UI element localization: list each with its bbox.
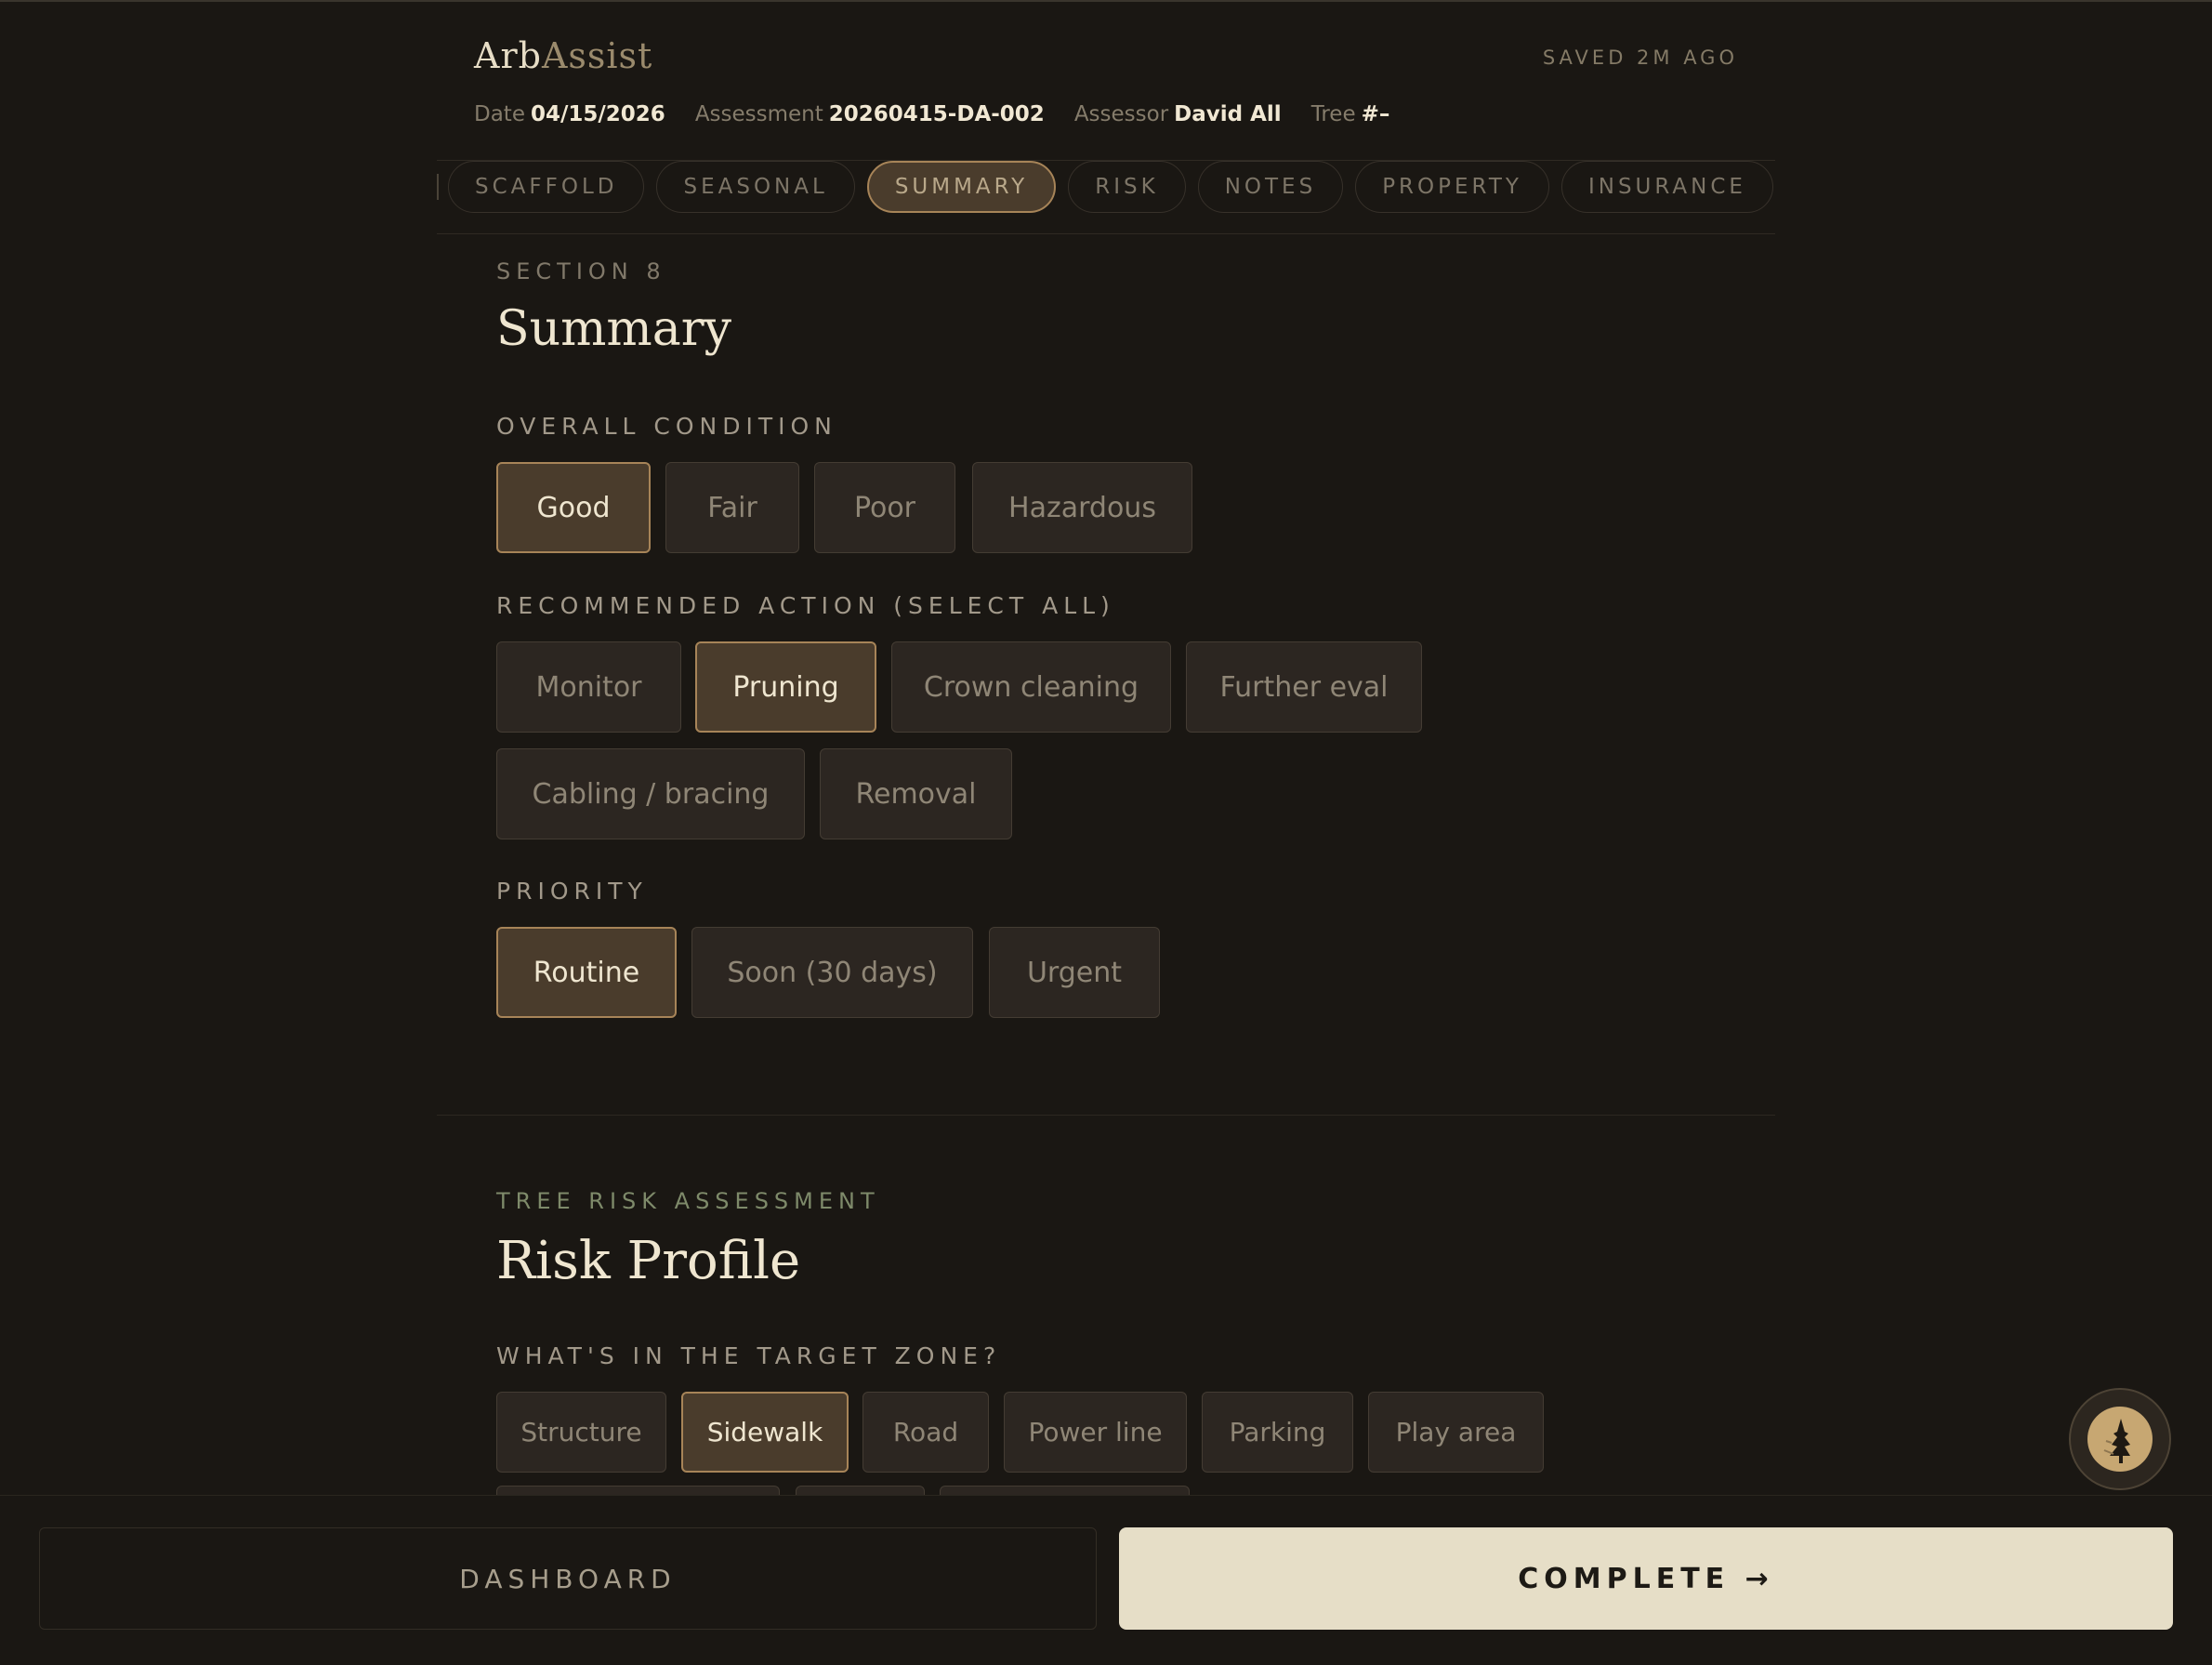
risk-section-header: TREE RISK ASSESSMENT Risk Profile	[496, 1188, 1705, 1291]
brand-name-secondary: Assist	[541, 35, 653, 76]
priority-urgent[interactable]: Urgent	[989, 927, 1160, 1018]
tab-overflow-edge	[437, 174, 439, 200]
action-crown-cleaning[interactable]: Crown cleaning	[891, 641, 1171, 733]
tree-icon	[2087, 1407, 2153, 1472]
action-removal[interactable]: Removal	[820, 748, 1012, 839]
section-eyebrow: SECTION 8	[496, 258, 666, 284]
action-monitor[interactable]: Monitor	[496, 641, 681, 733]
overall-condition-label: OVERALL CONDITION	[496, 413, 837, 440]
section-title: Summary	[496, 301, 731, 357]
risk-eyebrow: TREE RISK ASSESSMENT	[496, 1188, 880, 1214]
assessment-id: 20260415-DA-002	[828, 102, 1045, 126]
assessment-meta: Date 04/15/2026 Assessment 20260415-DA-002…	[474, 102, 1389, 126]
assistant-button[interactable]	[2069, 1388, 2171, 1490]
tree-number: #–	[1361, 102, 1390, 126]
priority-soon[interactable]: Soon (30 days)	[691, 927, 973, 1018]
assessment-label: Assessment	[694, 102, 823, 126]
target-play-area[interactable]: Play area	[1368, 1392, 1544, 1473]
tab-insurance[interactable]: INSURANCE	[1560, 161, 1773, 213]
meta-assessor: Assessor David All	[1074, 102, 1282, 126]
priority-label: PRIORITY	[496, 878, 648, 905]
condition-hazardous[interactable]: Hazardous	[972, 462, 1192, 553]
dashboard-button[interactable]: DASHBOARD	[39, 1527, 1097, 1630]
action-cabling-bracing[interactable]: Cabling / bracing	[496, 748, 805, 839]
date-value: 04/15/2026	[530, 102, 665, 126]
section-divider	[437, 1115, 1775, 1116]
tab-scaffold[interactable]: SCAFFOLD	[448, 161, 645, 213]
brand-name-primary: Arb	[474, 35, 542, 76]
summary-section-header: SECTION 8 Summary	[496, 258, 1705, 357]
date-label: Date	[474, 102, 525, 126]
recommended-action-label: RECOMMENDED ACTION (SELECT ALL)	[496, 592, 1115, 619]
target-sidewalk[interactable]: Sidewalk	[681, 1392, 849, 1473]
saved-status: SAVED 2M AGO	[1542, 46, 1738, 69]
app-logo: ArbAssist	[474, 35, 652, 76]
tab-property[interactable]: PROPERTY	[1355, 161, 1549, 213]
target-road[interactable]: Road	[862, 1392, 989, 1473]
target-parking[interactable]: Parking	[1202, 1392, 1353, 1473]
complete-button[interactable]: COMPLETE →	[1119, 1527, 2173, 1630]
action-further-eval[interactable]: Further eval	[1186, 641, 1422, 733]
meta-tree: Tree #–	[1311, 102, 1390, 126]
tab-summary[interactable]: SUMMARY	[866, 161, 1057, 213]
risk-title: Risk Profile	[496, 1231, 801, 1291]
priority-routine[interactable]: Routine	[496, 927, 677, 1018]
section-tabs: SCAFFOLD SEASONAL SUMMARY RISK NOTES PRO…	[448, 161, 1773, 213]
tab-seasonal[interactable]: SEASONAL	[656, 161, 855, 213]
assessor-label: Assessor	[1073, 102, 1169, 126]
top-border	[0, 0, 2212, 2]
section-tab-bar: SCAFFOLD SEASONAL SUMMARY RISK NOTES PRO…	[437, 160, 1775, 234]
condition-poor[interactable]: Poor	[814, 462, 955, 553]
action-pruning[interactable]: Pruning	[695, 641, 876, 733]
condition-good[interactable]: Good	[496, 462, 651, 553]
tree-label: Tree	[1310, 102, 1356, 126]
meta-assessment: Assessment 20260415-DA-002	[695, 102, 1045, 126]
assessor-name: David All	[1174, 102, 1282, 126]
meta-date: Date 04/15/2026	[474, 102, 665, 126]
condition-fair[interactable]: Fair	[665, 462, 799, 553]
tab-notes[interactable]: NOTES	[1197, 161, 1344, 213]
target-structure[interactable]: Structure	[496, 1392, 666, 1473]
tab-risk[interactable]: RISK	[1068, 161, 1186, 213]
target-zone-label: WHAT'S IN THE TARGET ZONE?	[496, 1342, 1002, 1369]
target-power-line[interactable]: Power line	[1004, 1392, 1187, 1473]
